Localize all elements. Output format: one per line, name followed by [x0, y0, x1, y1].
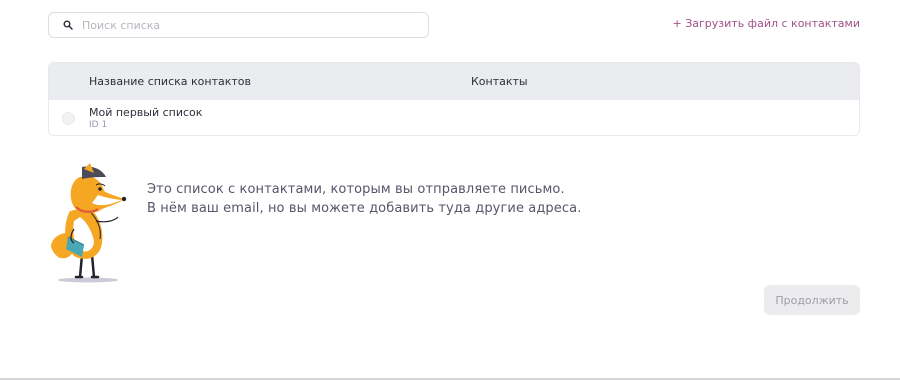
- upload-contacts-link[interactable]: + Загрузить файл с контактами: [673, 17, 860, 30]
- search-icon: [61, 18, 75, 32]
- list-title: Мой первый список: [89, 106, 203, 119]
- continue-button[interactable]: Продолжить: [764, 285, 860, 315]
- table-row[interactable]: Мой первый список ID 1: [49, 100, 859, 135]
- fox-illustration: [49, 163, 127, 283]
- column-header-list-name: Название списка контактов: [89, 75, 251, 88]
- contact-lists-table: Название списка контактов Контакты Мой п…: [48, 62, 860, 136]
- info-message-line-1: Это список с контактами, которым вы отпр…: [147, 182, 565, 197]
- info-message-line-2: В нём ваш email, но вы можете добавить т…: [147, 201, 582, 216]
- search-box[interactable]: [48, 12, 429, 38]
- column-header-contacts: Контакты: [471, 75, 528, 88]
- search-input[interactable]: [82, 18, 402, 32]
- info-message: Это список с контактами, которым вы отпр…: [147, 180, 581, 218]
- row-select-radio[interactable]: [62, 112, 75, 125]
- table-header: Название списка контактов Контакты: [49, 63, 859, 100]
- list-id: ID 1: [89, 120, 108, 130]
